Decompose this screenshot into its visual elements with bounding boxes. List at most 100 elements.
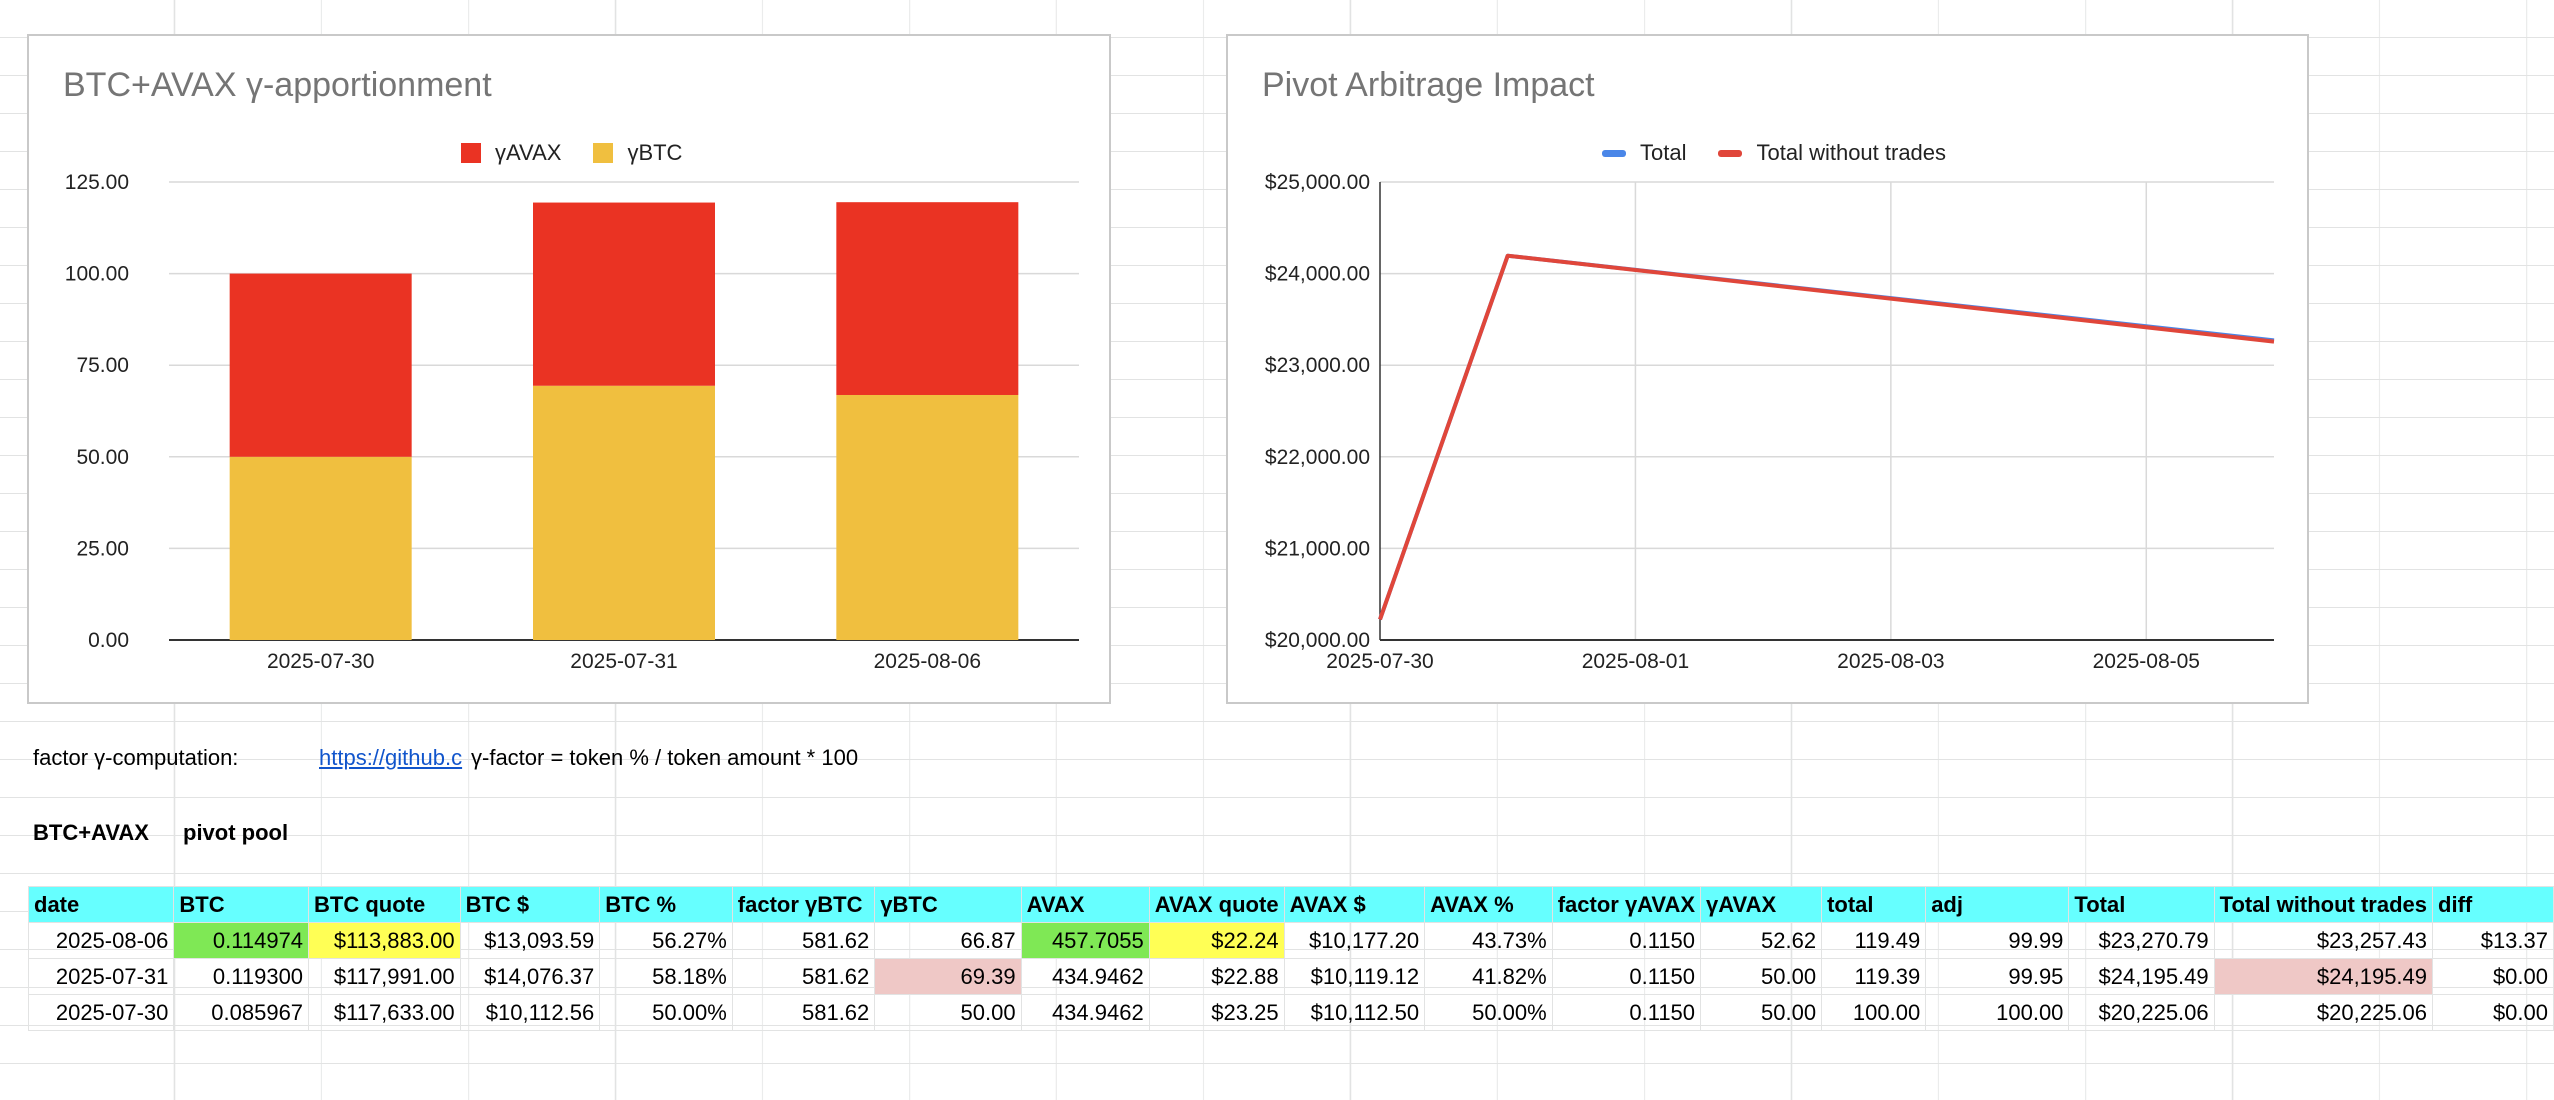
y-tick-label: $23,000.00 bbox=[1265, 354, 1370, 377]
col-header-total-lower[interactable]: total bbox=[1821, 886, 1927, 923]
table-cell[interactable]: 50.00% bbox=[1424, 994, 1553, 1031]
col-header-total[interactable]: Total bbox=[2068, 886, 2215, 923]
col-header-factor-gamma-avax[interactable]: factor γAVAX bbox=[1551, 886, 1702, 923]
section-subtitle: pivot pool bbox=[183, 820, 289, 845]
table-cell[interactable]: $10,112.56 bbox=[459, 994, 601, 1031]
table-cell-highlighted[interactable]: 0.114974 bbox=[173, 922, 310, 959]
table-cell[interactable]: $23,270.79 bbox=[2068, 922, 2215, 959]
table-cell[interactable]: 581.62 bbox=[731, 922, 876, 959]
table-cell[interactable]: $10,112.50 bbox=[1283, 994, 1426, 1031]
y-tick-label: $21,000.00 bbox=[1265, 537, 1370, 560]
table-cell[interactable]: 2025-08-06 bbox=[27, 922, 175, 959]
table-cell[interactable]: 581.62 bbox=[731, 958, 876, 995]
table-cell[interactable]: $22.88 bbox=[1148, 958, 1285, 995]
col-header-gamma-avax[interactable]: γAVAX bbox=[1700, 886, 1823, 923]
table-header-row: date BTC BTC quote BTC $ BTC % factor γB… bbox=[27, 886, 2554, 923]
table-cell[interactable]: $23.25 bbox=[1148, 994, 1285, 1031]
table-cell[interactable]: 119.39 bbox=[1821, 958, 1927, 995]
table-cell[interactable]: 99.95 bbox=[1925, 958, 2070, 995]
table-cell[interactable]: 0.085967 bbox=[173, 994, 310, 1031]
series-line-total bbox=[1378, 253, 2275, 621]
table-cell[interactable]: 50.00 bbox=[874, 994, 1022, 1031]
table-cell[interactable]: 2025-07-30 bbox=[27, 994, 175, 1031]
table-cell[interactable]: 0.1150 bbox=[1551, 922, 1702, 959]
table-cell[interactable]: $0.00 bbox=[2432, 958, 2554, 995]
bar-gamma-avax bbox=[533, 202, 715, 386]
table-cell-highlighted[interactable]: $113,883.00 bbox=[308, 922, 461, 959]
table-cell[interactable]: $20,225.06 bbox=[2068, 994, 2215, 1031]
table-cell[interactable]: 2025-07-31 bbox=[27, 958, 175, 995]
table-cell[interactable]: 100.00 bbox=[1925, 994, 2070, 1031]
table-cell[interactable]: $24,195.49 bbox=[2068, 958, 2215, 995]
table-cell-highlighted[interactable]: 69.39 bbox=[874, 958, 1022, 995]
col-header-btc-pct[interactable]: BTC % bbox=[599, 886, 733, 923]
table-cell[interactable]: 66.87 bbox=[874, 922, 1022, 959]
table-cell[interactable]: $10,177.20 bbox=[1283, 922, 1426, 959]
y-tick-label: 75.00 bbox=[76, 354, 129, 377]
table-row: 2025-08-06 0.114974 $113,883.00 $13,093.… bbox=[27, 922, 2554, 959]
y-tick-label: $24,000.00 bbox=[1265, 263, 1370, 286]
table-cell[interactable]: 50.00% bbox=[599, 994, 733, 1031]
bar-chart-card[interactable]: BTC+AVAX γ-apportionment γAVAX γBTC 0.00… bbox=[27, 34, 1111, 704]
table-cell[interactable]: $20,225.06 bbox=[2213, 994, 2434, 1031]
data-table: date BTC BTC quote BTC $ BTC % factor γB… bbox=[27, 886, 2554, 1031]
y-tick-label: 125.00 bbox=[65, 171, 129, 194]
y-tick-label: $22,000.00 bbox=[1265, 446, 1370, 469]
table-cell[interactable]: 581.62 bbox=[731, 994, 876, 1031]
table-cell[interactable]: 434.9462 bbox=[1020, 994, 1150, 1031]
col-header-gamma-btc[interactable]: γBTC bbox=[874, 886, 1022, 923]
col-header-avax-usd[interactable]: AVAX $ bbox=[1283, 886, 1426, 923]
table-cell[interactable]: $14,076.37 bbox=[459, 958, 601, 995]
table-cell[interactable]: 50.00 bbox=[1700, 958, 1823, 995]
gamma-formula: γ-factor = token % / token amount * 100 bbox=[471, 745, 859, 770]
bar-chart-plot: 0.00 25.00 50.00 75.00 100.00 125.00 2025-07-3… bbox=[65, 171, 1079, 673]
table-cell[interactable]: 434.9462 bbox=[1020, 958, 1150, 995]
bar-gamma-btc bbox=[836, 394, 1019, 640]
y-tick-label: 50.00 bbox=[76, 446, 129, 469]
col-header-adj[interactable]: adj bbox=[1925, 886, 2070, 923]
table-cell[interactable]: $0.00 bbox=[2432, 994, 2554, 1031]
table-cell-highlighted[interactable]: $22.24 bbox=[1148, 922, 1285, 959]
col-header-btc-usd[interactable]: BTC $ bbox=[459, 886, 601, 923]
col-header-btc-quote[interactable]: BTC quote bbox=[308, 886, 461, 923]
table-cell[interactable]: $117,633.00 bbox=[308, 994, 461, 1031]
table-cell[interactable]: 0.1150 bbox=[1551, 958, 1702, 995]
table-cell[interactable]: 0.1150 bbox=[1551, 994, 1702, 1031]
table-cell-highlighted[interactable]: $24,195.49 bbox=[2213, 958, 2434, 995]
y-tick-label: 100.00 bbox=[65, 263, 129, 286]
col-header-date[interactable]: date bbox=[27, 886, 175, 923]
y-tick-label: 0.00 bbox=[88, 629, 129, 652]
table-cell[interactable]: 50.00 bbox=[1700, 994, 1823, 1031]
table-cell[interactable]: $13,093.59 bbox=[459, 922, 601, 959]
x-tick-label: 2025-08-03 bbox=[1837, 650, 1944, 673]
bar-gamma-btc bbox=[533, 385, 715, 640]
table-cell[interactable]: 0.119300 bbox=[173, 958, 310, 995]
github-link[interactable]: https://github.c bbox=[319, 745, 465, 771]
table-cell[interactable]: $23,257.43 bbox=[2213, 922, 2434, 959]
table-cell[interactable]: 119.49 bbox=[1821, 922, 1927, 959]
x-tick-label: 2025-07-30 bbox=[267, 650, 374, 673]
col-header-avax-quote[interactable]: AVAX quote bbox=[1148, 886, 1285, 923]
y-tick-label: 25.00 bbox=[76, 537, 129, 560]
table-cell[interactable]: $10,119.12 bbox=[1283, 958, 1426, 995]
table-cell[interactable]: 41.82% bbox=[1424, 958, 1553, 995]
table-cell[interactable]: 56.27% bbox=[599, 922, 733, 959]
col-header-btc[interactable]: BTC bbox=[173, 886, 310, 923]
table-cell[interactable]: 58.18% bbox=[599, 958, 733, 995]
table-row: 2025-07-31 0.119300 $117,991.00 $14,076.… bbox=[27, 958, 2554, 995]
col-header-factor-gamma-btc[interactable]: factor γBTC bbox=[731, 886, 876, 923]
col-header-diff[interactable]: diff bbox=[2432, 886, 2554, 923]
table-cell[interactable]: 99.99 bbox=[1925, 922, 2070, 959]
line-chart-card[interactable]: Pivot Arbitrage Impact Total Total witho… bbox=[1226, 34, 2309, 704]
col-header-avax-pct[interactable]: AVAX % bbox=[1424, 886, 1553, 923]
col-header-avax[interactable]: AVAX bbox=[1020, 886, 1150, 923]
table-cell[interactable]: 100.00 bbox=[1821, 994, 1927, 1031]
table-cell[interactable]: 43.73% bbox=[1424, 922, 1553, 959]
table-cell[interactable]: 52.62 bbox=[1700, 922, 1823, 959]
table-cell[interactable]: $13.37 bbox=[2432, 922, 2554, 959]
col-header-total-without-trades[interactable]: Total without trades bbox=[2213, 886, 2434, 923]
bar-gamma-avax bbox=[229, 273, 412, 457]
table-cell[interactable]: $117,991.00 bbox=[308, 958, 461, 995]
y-tick-label: $20,000.00 bbox=[1265, 629, 1370, 652]
table-cell-highlighted[interactable]: 457.7055 bbox=[1020, 922, 1150, 959]
